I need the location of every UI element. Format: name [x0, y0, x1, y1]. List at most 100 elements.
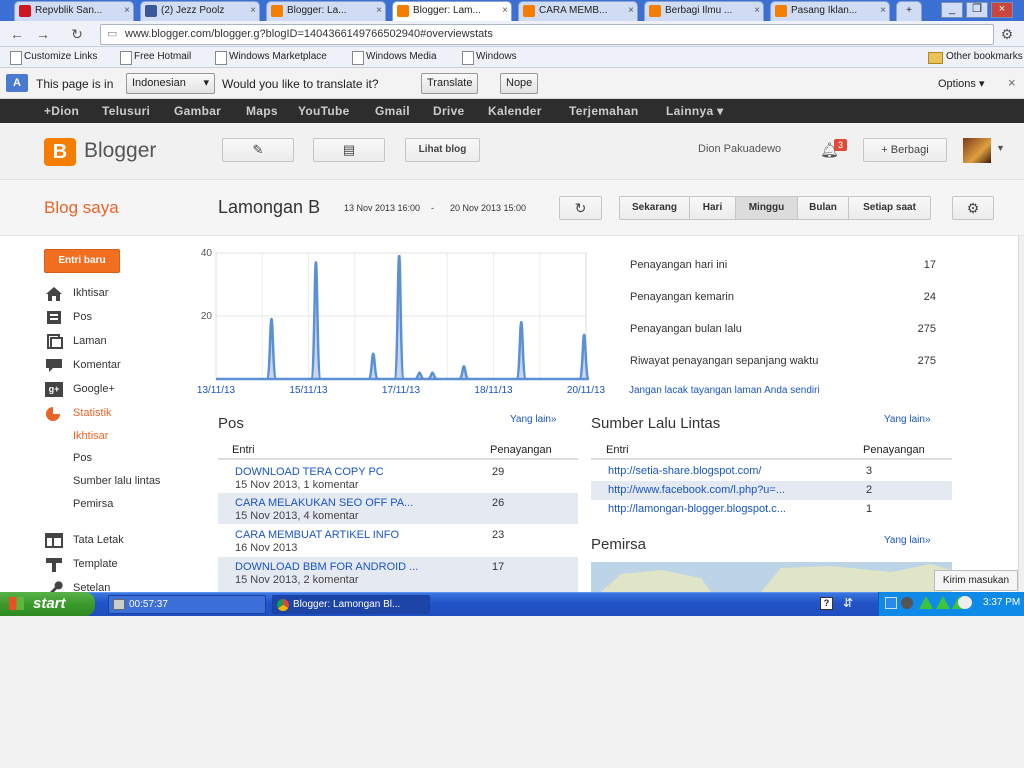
close-icon[interactable]: ×	[1008, 75, 1016, 90]
exclude-own-views-link[interactable]: Jangan lacak tayangan laman Anda sendiri	[629, 385, 820, 396]
close-icon[interactable]: ×	[880, 2, 886, 20]
forward-icon[interactable]: →	[32, 24, 54, 44]
traffic-source-link[interactable]: http://lamongan-blogger.blogspot.c...	[608, 503, 786, 515]
start-button[interactable]: start	[0, 592, 95, 616]
other-bookmarks-folder[interactable]: Other bookmarks	[928, 51, 1023, 64]
sidebar-item-pages[interactable]: Laman	[45, 334, 135, 350]
close-window-icon[interactable]: ×	[991, 2, 1013, 18]
gbar-link[interactable]: Kalender	[488, 104, 542, 118]
gbar-link[interactable]: Gambar	[174, 104, 221, 118]
close-icon[interactable]: ×	[754, 2, 760, 20]
traffic-source-link[interactable]: http://setia-share.blogspot.com/	[608, 465, 761, 477]
share-button[interactable]: + Berbagi	[863, 138, 947, 162]
browser-tab[interactable]: (2) Jezz Poolz ×	[140, 1, 260, 21]
options-menu[interactable]: Options ▾	[938, 77, 985, 90]
reload-icon[interactable]: ↻	[66, 24, 88, 44]
gbar-more[interactable]: Lainnya ▾	[666, 104, 723, 118]
sidebar-item-posts[interactable]: Pos	[45, 310, 135, 326]
close-icon[interactable]: ×	[376, 2, 382, 20]
gbar-link[interactable]: Terjemahan	[569, 104, 638, 118]
gbar-link[interactable]: Gmail	[375, 104, 410, 118]
bookmark-link[interactable]: Windows	[462, 51, 517, 65]
address-bar[interactable]: ▭ www.blogger.com/blogger.g?blogID=14043…	[100, 24, 994, 45]
browser-tab[interactable]: CARA MEMB... ×	[518, 1, 638, 21]
stats-sub-traffic[interactable]: Sumber lalu lintas	[73, 475, 160, 487]
close-icon[interactable]: ×	[502, 2, 508, 20]
scrollbar[interactable]	[1018, 236, 1024, 592]
speaker-icon[interactable]	[901, 597, 913, 609]
arrow-icon[interactable]: ⇵	[843, 596, 853, 610]
period-all-time[interactable]: Setiap saat	[848, 196, 931, 220]
refresh-button[interactable]: ↻	[559, 196, 602, 220]
help-icon[interactable]: ?	[820, 597, 833, 610]
maximize-icon[interactable]: ❐	[966, 2, 988, 18]
gbar-link[interactable]: +Dion	[44, 104, 79, 118]
warning-icon[interactable]	[936, 596, 950, 609]
sidebar-item-overview[interactable]: Ikhtisar	[45, 286, 135, 302]
sidebar-item-googleplus[interactable]: g+ Google+	[45, 382, 145, 398]
stats-sub-posts[interactable]: Pos	[73, 452, 92, 464]
browser-tab-active[interactable]: Blogger: Lam... ×	[392, 1, 512, 21]
back-icon[interactable]: ←	[6, 24, 28, 44]
sidebar-item-settings[interactable]: Setelan	[45, 581, 145, 592]
send-feedback-button[interactable]: Kirim masukan	[934, 570, 1018, 591]
language-select[interactable]: Indonesian ▾	[126, 73, 215, 94]
view-blog-button[interactable]: Lihat blog	[405, 138, 480, 162]
traffic-source-link[interactable]: http://www.facebook.com/l.php?u=...	[608, 484, 785, 496]
my-blogs-link[interactable]: Blog saya	[44, 198, 119, 218]
sidebar-item-template[interactable]: Template	[45, 557, 145, 573]
period-now[interactable]: Sekarang	[619, 196, 690, 220]
sidebar-item-layout[interactable]: Tata Letak	[45, 533, 145, 549]
user-name[interactable]: Dion Pakuadewo	[698, 143, 781, 155]
gbar-link[interactable]: Telusuri	[102, 104, 150, 118]
taskbar-item-timer[interactable]: 00:57:37	[108, 595, 266, 614]
period-day[interactable]: Hari	[689, 196, 736, 220]
browser-tab[interactable]: Blogger: La... ×	[266, 1, 386, 21]
network-icon[interactable]	[885, 597, 897, 609]
close-icon[interactable]: ×	[250, 2, 256, 20]
brand-name[interactable]: Blogger	[84, 139, 156, 163]
taskbar-item-chrome[interactable]: Blogger: Lamongan Bl...	[272, 595, 430, 614]
settings-button[interactable]: ⚙	[952, 196, 994, 220]
audience-more-link[interactable]: Yang lain»	[884, 535, 931, 546]
post-link[interactable]: DOWNLOAD TERA COPY PC	[235, 466, 384, 478]
gbar-link[interactable]: YouTube	[298, 104, 350, 118]
bookmark-link[interactable]: Customize Links	[10, 51, 97, 65]
new-post-button[interactable]: Entri baru	[44, 249, 120, 273]
close-icon[interactable]: ×	[124, 2, 130, 20]
post-link[interactable]: CARA MEMBUAT ARTIKEL INFO	[235, 529, 399, 541]
close-icon[interactable]: ×	[628, 2, 634, 20]
messenger-icon[interactable]	[958, 596, 972, 609]
stats-sub-overview[interactable]: Ikhtisar	[73, 430, 108, 442]
gbar-link[interactable]: Maps	[246, 104, 278, 118]
post-link[interactable]: CARA MELAKUKAN SEO OFF PA...	[235, 497, 413, 509]
new-post-pencil-button[interactable]: ✎	[222, 138, 294, 162]
avatar[interactable]	[963, 138, 991, 163]
nope-button[interactable]: Nope	[500, 73, 539, 94]
minimize-icon[interactable]: _	[941, 2, 963, 18]
post-link[interactable]: DOWNLOAD BBM FOR ANDROID ...	[235, 561, 418, 573]
bookmark-link[interactable]: Free Hotmail	[120, 51, 191, 65]
warning-icon[interactable]	[919, 596, 933, 609]
sidebar-label: Tata Letak	[73, 534, 124, 546]
browser-tab[interactable]: Berbagi Ilmu ... ×	[644, 1, 764, 21]
sidebar-item-stats[interactable]: Statistik	[45, 406, 145, 422]
blogger-logo-icon[interactable]: B	[44, 138, 76, 166]
translate-button[interactable]: Translate	[421, 73, 479, 94]
blog-title[interactable]: Lamongan B	[218, 197, 320, 218]
sidebar-item-comments[interactable]: Komentar	[45, 358, 145, 374]
bookmark-link[interactable]: Windows Marketplace	[215, 51, 327, 65]
gbar-link[interactable]: Drive	[433, 104, 465, 118]
wrench-icon[interactable]: ⚙	[996, 24, 1018, 44]
period-week[interactable]: Minggu	[735, 196, 798, 220]
posts-more-link[interactable]: Yang lain»	[510, 414, 557, 425]
period-month[interactable]: Bulan	[797, 196, 849, 220]
chevron-down-icon[interactable]: ▼	[996, 143, 1005, 153]
bookmark-link[interactable]: Windows Media	[352, 51, 437, 65]
browser-tab[interactable]: Repvblik San... ×	[14, 1, 134, 21]
new-tab-button[interactable]: +	[896, 1, 922, 21]
posts-list-button[interactable]: ▤	[313, 138, 385, 162]
browser-tab[interactable]: Pasang Iklan... ×	[770, 1, 890, 21]
stats-sub-audience[interactable]: Pemirsa	[73, 498, 113, 510]
traffic-more-link[interactable]: Yang lain»	[884, 414, 931, 425]
